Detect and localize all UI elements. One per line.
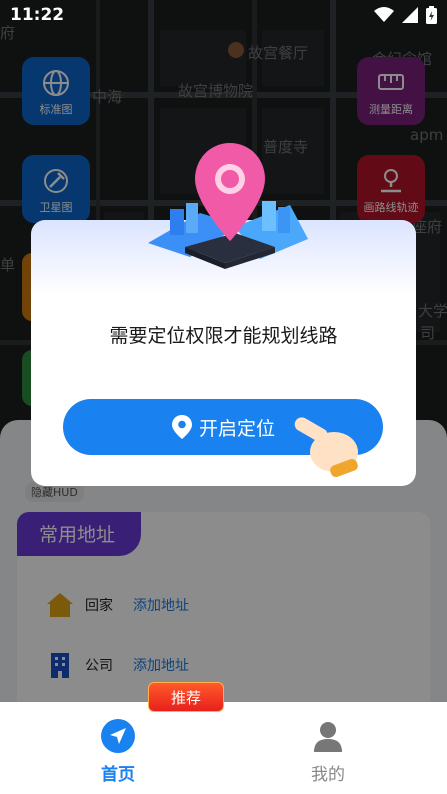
tab-mine[interactable]: 我的 — [288, 718, 368, 785]
tab-mine-label: 我的 — [311, 765, 345, 785]
user-icon — [314, 722, 342, 752]
tab-home[interactable]: 首页 — [78, 718, 158, 785]
battery-icon — [426, 6, 437, 24]
location-pin-icon — [171, 415, 192, 439]
status-time: 11:22 — [10, 5, 65, 25]
navigation-arrow-icon — [101, 719, 135, 753]
recommend-badge: 推荐 — [148, 682, 224, 712]
location-pin-city-illustration — [148, 143, 308, 269]
wifi-icon — [374, 7, 394, 22]
pointing-hand-icon — [294, 417, 358, 478]
tab-home-label: 首页 — [101, 765, 135, 785]
status-bar: 11:22 — [0, 0, 447, 30]
enable-location-label: 开启定位 — [198, 417, 275, 440]
cellular-signal-icon — [402, 7, 418, 23]
bottom-nav: 首页 我的 — [0, 702, 447, 794]
dialog-message: 需要定位权限才能规划线路 — [109, 325, 338, 347]
status-icons — [374, 6, 437, 24]
